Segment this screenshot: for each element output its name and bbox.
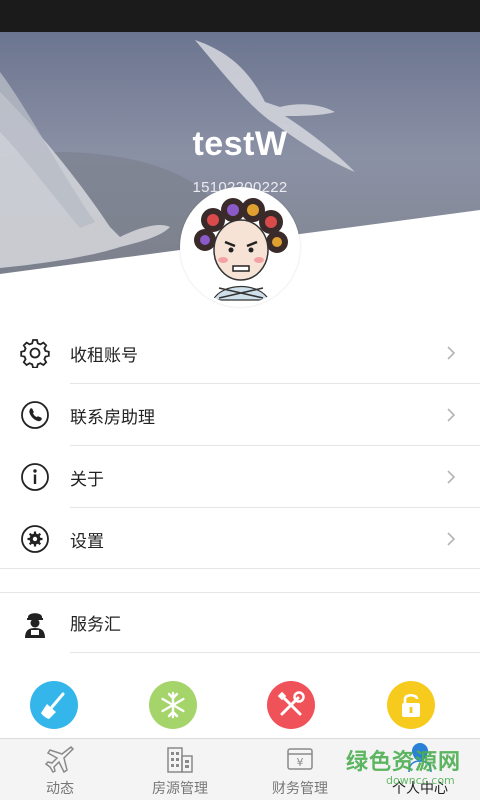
svg-text:¥: ¥ [297, 756, 304, 769]
chevron-right-icon [447, 408, 456, 422]
phone-icon [21, 401, 49, 429]
chevron-right-icon [447, 346, 456, 360]
menu-item-label: 服务汇 [70, 615, 121, 635]
menu-item-rent-account[interactable]: 收租账号 [0, 322, 480, 384]
broom-icon [41, 692, 65, 719]
lock-icon [402, 693, 420, 717]
repair-button[interactable] [267, 681, 315, 729]
watermark-url: downcc.com [386, 774, 455, 787]
avatar[interactable] [180, 187, 300, 307]
menu-item-label: 设置 [70, 532, 104, 552]
snowflake-icon [161, 691, 185, 719]
aircon-button[interactable] [149, 681, 197, 729]
menu-item-settings[interactable]: 设置 [0, 508, 480, 570]
watermark: 绿色资源网 downcc.com [340, 744, 480, 800]
tab-label: 动态 [46, 781, 74, 797]
menu-item-contact-assistant[interactable]: 联系房助理 [0, 384, 480, 446]
cleaning-button[interactable] [30, 681, 78, 729]
service-person-icon [25, 613, 45, 638]
menu-list: 收租账号 联系房助理 关于 设置 [0, 322, 480, 570]
building-icon [167, 747, 193, 773]
menu-item-label: 关于 [70, 470, 104, 490]
tab-property[interactable]: 房源管理 [120, 739, 240, 800]
username: testW [192, 125, 288, 163]
chevron-right-icon [447, 532, 456, 546]
tab-label: 房源管理 [152, 781, 208, 797]
settings-icon [21, 525, 49, 553]
section-separator [0, 568, 480, 593]
menu-item-label: 联系房助理 [70, 408, 155, 428]
lock-button[interactable] [387, 681, 435, 729]
gear-icon [20, 339, 50, 368]
info-icon [21, 463, 49, 491]
chevron-right-icon [447, 470, 456, 484]
menu-item-about[interactable]: 关于 [0, 446, 480, 508]
finance-icon: ¥ [287, 748, 313, 770]
divider [70, 652, 480, 653]
menu-item-service-hub[interactable]: 服务汇 [0, 593, 480, 653]
quick-actions [0, 655, 480, 737]
avatar-face-icon [183, 190, 297, 304]
plane-icon [45, 746, 75, 774]
status-bar [0, 0, 480, 32]
tab-feed[interactable]: 动态 [0, 739, 120, 800]
menu-item-label: 收租账号 [70, 346, 138, 366]
tools-icon [277, 691, 305, 716]
watermark-title: 绿色资源网 [346, 750, 462, 775]
